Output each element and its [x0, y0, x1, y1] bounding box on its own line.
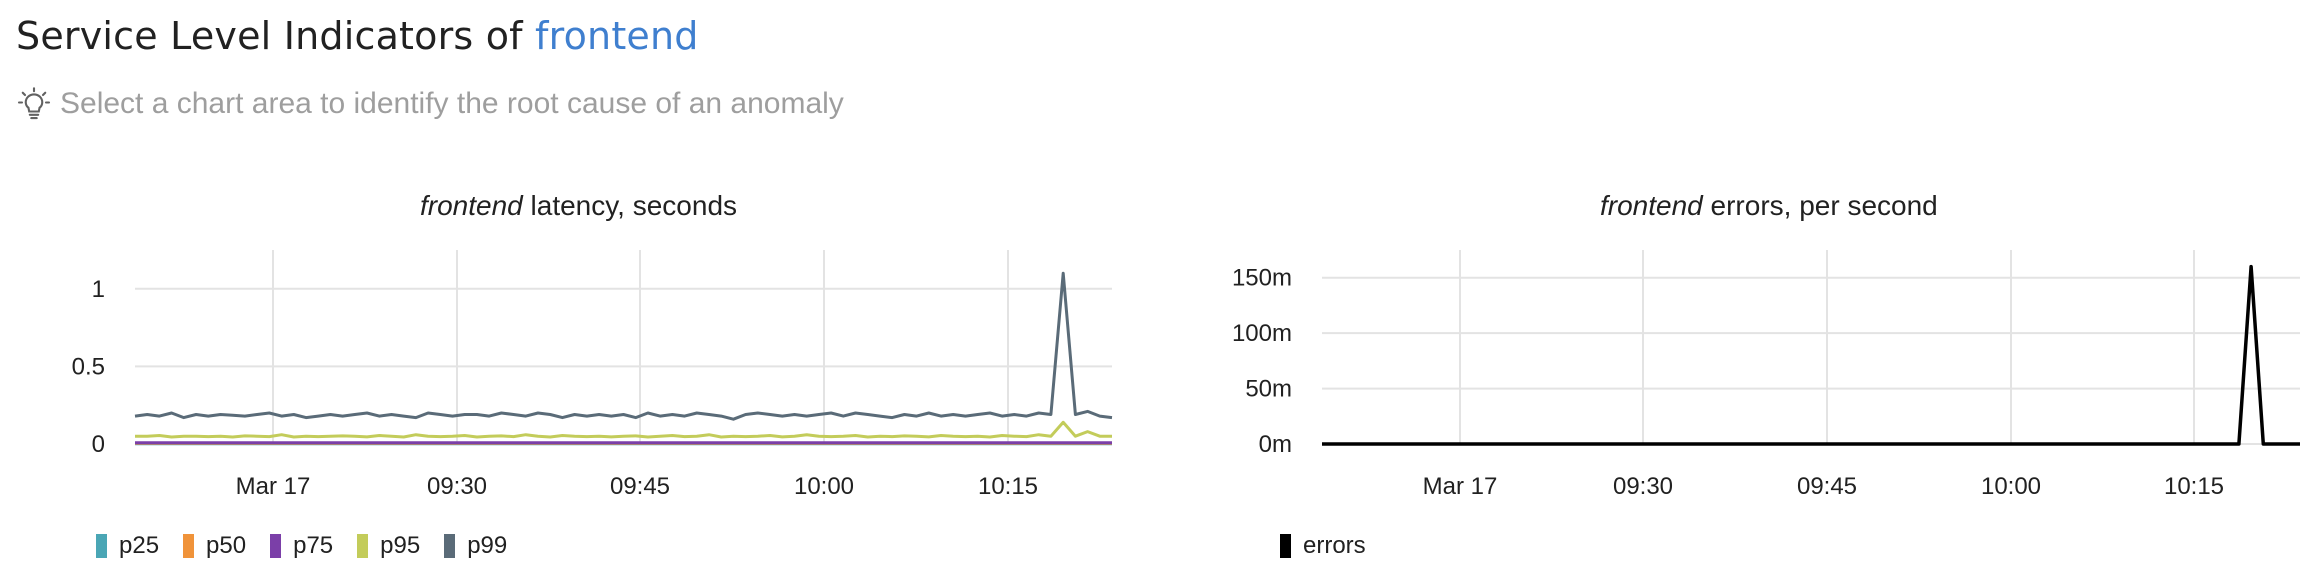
legend-swatch-errors: [1280, 534, 1291, 558]
errors-y-tick-label: 150m: [1232, 265, 1292, 292]
legend-item-errors[interactable]: errors: [1280, 532, 1366, 560]
legend-item-p25[interactable]: p25: [96, 532, 159, 560]
latency-series-p95: [135, 420, 1112, 439]
errors-y-tick-label: 50m: [1245, 376, 1292, 403]
legend-swatch-p50: [183, 534, 195, 558]
legend-label-p95: p95: [380, 532, 421, 559]
legend-swatch-p75: [270, 534, 282, 558]
legend-swatch-p95: [357, 534, 369, 558]
latency-x-tick-label: 09:30: [427, 473, 487, 500]
errors-legend: errors: [1280, 532, 1366, 560]
latency-x-tick-label: Mar 17: [236, 473, 311, 500]
legend-item-p75[interactable]: p75: [270, 532, 333, 560]
latency-y-tick-label: 0: [92, 431, 105, 458]
latency-x-tick-label: 09:45: [610, 473, 670, 500]
legend-swatch-p25: [96, 534, 107, 558]
errors-x-tick-label: Mar 17: [1423, 473, 1498, 500]
legend-label-p99: p99: [467, 532, 508, 559]
latency-y-tick-label: 0.5: [72, 353, 105, 380]
legend-label-p75: p75: [293, 532, 334, 559]
legend-label-p50: p50: [206, 532, 247, 559]
legend-item-p50[interactable]: p50: [183, 532, 246, 560]
legend-swatch-p99: [444, 534, 456, 558]
legend-item-p99[interactable]: p99: [444, 532, 507, 560]
legend-item-p95[interactable]: p95: [357, 532, 420, 560]
errors-y-tick-label: 0m: [1259, 431, 1292, 458]
errors-x-tick-label: 10:00: [1981, 473, 2041, 500]
latency-x-tick-label: 10:00: [794, 473, 854, 500]
errors-series-errors: [1322, 264, 2300, 446]
latency-legend: p25 p50 p75 p95 p99: [96, 532, 507, 560]
latency-series-p99: [134, 271, 1113, 421]
latency-y-tick-label: 1: [92, 276, 105, 303]
errors-x-tick-label: 10:15: [2164, 473, 2224, 500]
latency-x-tick-label: 10:15: [978, 473, 1038, 500]
errors-x-tick-label: 09:45: [1797, 473, 1857, 500]
charts-canvas[interactable]: Mar 17 09:30 09:45 10:00 10:15 0 0.5 1 Mar 17 09:…: [0, 0, 2314, 576]
errors-x-tick-label: 09:30: [1613, 473, 1673, 500]
errors-y-tick-label: 100m: [1232, 320, 1292, 347]
legend-label-errors: errors: [1303, 532, 1366, 559]
legend-label-p25: p25: [119, 532, 160, 559]
